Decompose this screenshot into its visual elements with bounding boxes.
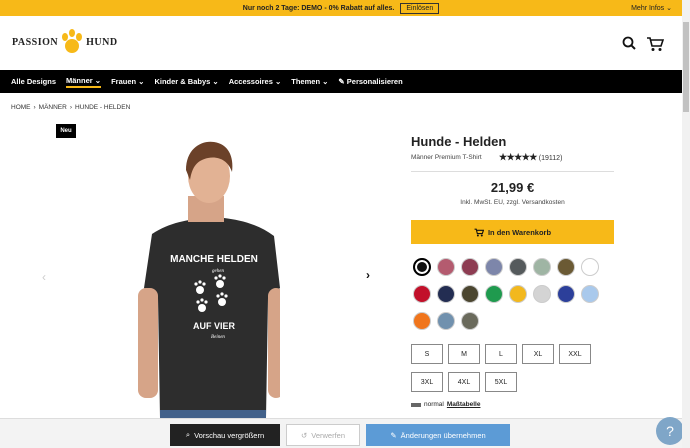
breadcrumb-home[interactable]: HOME	[11, 104, 31, 111]
color-swatch[interactable]	[413, 312, 431, 330]
size-5xl[interactable]: 5XL	[485, 372, 517, 392]
tax-note: Inkl. MwSt. EU, zzgl. Versandkosten	[460, 199, 565, 206]
breadcrumb-men[interactable]: MÄNNER	[39, 104, 67, 111]
shirt-text-1: MANCHE HELDEN	[170, 254, 258, 265]
zoom-icon: ⌕	[185, 430, 191, 439]
size-chart-link[interactable]: Maßtabelle	[447, 401, 481, 408]
rating[interactable]: ★★★★★ (19112)	[499, 152, 562, 163]
color-swatch[interactable]	[557, 285, 575, 303]
scrollbar-thumb[interactable]	[683, 22, 689, 112]
shirt-text-4: Beinen	[211, 335, 225, 340]
cart-icon	[474, 228, 484, 237]
color-swatch[interactable]	[557, 258, 575, 276]
size-xl[interactable]: XL	[522, 344, 554, 364]
color-swatch[interactable]	[533, 258, 551, 276]
size-m[interactable]: M	[448, 344, 480, 364]
color-swatch[interactable]	[413, 258, 431, 276]
redeem-button[interactable]: Einlösen	[400, 2, 440, 14]
color-swatch[interactable]	[461, 312, 479, 330]
color-swatch[interactable]	[581, 258, 599, 276]
pencil-icon: ✎	[338, 77, 345, 86]
nav-item-accessories[interactable]: Accessoires ⌄	[229, 77, 282, 86]
nav-item-men[interactable]: Männer ⌄	[66, 76, 102, 88]
scrollbar[interactable]	[682, 0, 690, 448]
size-l[interactable]: L	[485, 344, 517, 364]
chevron-right-icon: ›	[69, 104, 73, 111]
more-info-link[interactable]: Mehr Infos ⌄	[631, 4, 672, 12]
breadcrumb-current: HUNDE - HELDEN	[75, 104, 131, 111]
color-swatch[interactable]	[437, 312, 455, 330]
chevron-down-icon: ⌄	[666, 5, 672, 12]
search-icon[interactable]	[622, 36, 636, 50]
size-4xl[interactable]: 4XL	[448, 372, 480, 392]
divider	[411, 171, 614, 172]
add-to-cart-label: In den Warenkorb	[487, 227, 552, 237]
logo-text-left: PASSION	[12, 36, 59, 48]
color-swatch[interactable]	[437, 285, 455, 303]
undo-icon: ↺	[300, 430, 308, 440]
color-swatch[interactable]	[413, 285, 431, 303]
nav-item-personalize[interactable]: ✎ Personalisieren	[338, 77, 402, 86]
shirt-text-3: AUF VIER	[193, 321, 236, 331]
new-badge: Neu	[56, 124, 76, 138]
nav-item-themes[interactable]: Themen ⌄	[291, 77, 328, 86]
color-swatch[interactable]	[437, 258, 455, 276]
nav-item-kids[interactable]: Kinder & Babys ⌄	[154, 77, 218, 86]
cart-icon[interactable]	[646, 36, 664, 52]
main-nav: Alle Designs Männer ⌄ Frauen ⌄ Kinder & …	[0, 70, 682, 93]
breadcrumb: HOME › MÄNNER › HUNDE - HELDEN	[11, 104, 130, 111]
ruler-icon	[411, 402, 421, 407]
logo-text-right: HUND	[86, 36, 118, 48]
help-button[interactable]: ?	[656, 417, 684, 445]
nav-item-all[interactable]: Alle Designs	[11, 77, 56, 86]
color-swatch[interactable]	[485, 285, 503, 303]
shirt-text-2: gehen	[212, 269, 224, 274]
apply-changes-button[interactable]: ✎ Änderungen übernehmen	[366, 424, 510, 446]
size-xxl[interactable]: XXL	[559, 344, 591, 364]
size-s[interactable]: S	[411, 344, 443, 364]
discard-button[interactable]: ↺ Verwerfen	[286, 424, 360, 446]
product-subtitle: Männer Premium T-Shirt	[411, 154, 482, 161]
color-swatch[interactable]	[485, 258, 503, 276]
zoom-preview-button[interactable]: ⌕ Vorschau vergrößern	[170, 424, 280, 446]
logo[interactable]: PASSION HUND	[12, 28, 118, 56]
color-swatch[interactable]	[461, 258, 479, 276]
add-to-cart-button[interactable]: In den Warenkorb	[411, 220, 614, 244]
fit-label: normal	[424, 401, 444, 408]
next-image-icon[interactable]: ›	[366, 268, 370, 282]
color-swatch[interactable]	[509, 258, 527, 276]
product-title: Hunde - Helden	[411, 134, 507, 149]
promo-bar: Nur noch 2 Tage: DEMO - 0% Rabatt auf al…	[0, 0, 682, 16]
product-image: MANCHE HELDEN gehen AUF VIER Beinen	[138, 141, 280, 418]
paw-logo-icon	[62, 29, 83, 53]
bottom-bar: ⌕ Vorschau vergrößern ↺ Verwerfen ✎ Änderun…	[0, 418, 682, 448]
review-count: (19112)	[538, 155, 563, 162]
size-3xl[interactable]: 3XL	[411, 372, 443, 392]
nav-item-women[interactable]: Frauen ⌄	[111, 77, 144, 86]
site-header: PASSION HUND	[0, 16, 682, 70]
price: 21,99 €	[490, 180, 535, 195]
promo-text: Nur noch 2 Tage: DEMO - 0% Rabatt auf al…	[242, 4, 395, 12]
chevron-right-icon: ›	[33, 104, 36, 111]
pencil-icon: ✎	[390, 430, 397, 440]
prev-image-icon[interactable]: ‹	[42, 270, 46, 284]
fit-info: normal Maßtabelle	[411, 401, 480, 408]
color-swatch[interactable]	[581, 285, 599, 303]
color-swatch[interactable]	[509, 285, 527, 303]
color-swatch[interactable]	[533, 285, 551, 303]
rating-stars-icon: ★★★★★	[499, 152, 537, 162]
color-swatch[interactable]	[461, 285, 479, 303]
